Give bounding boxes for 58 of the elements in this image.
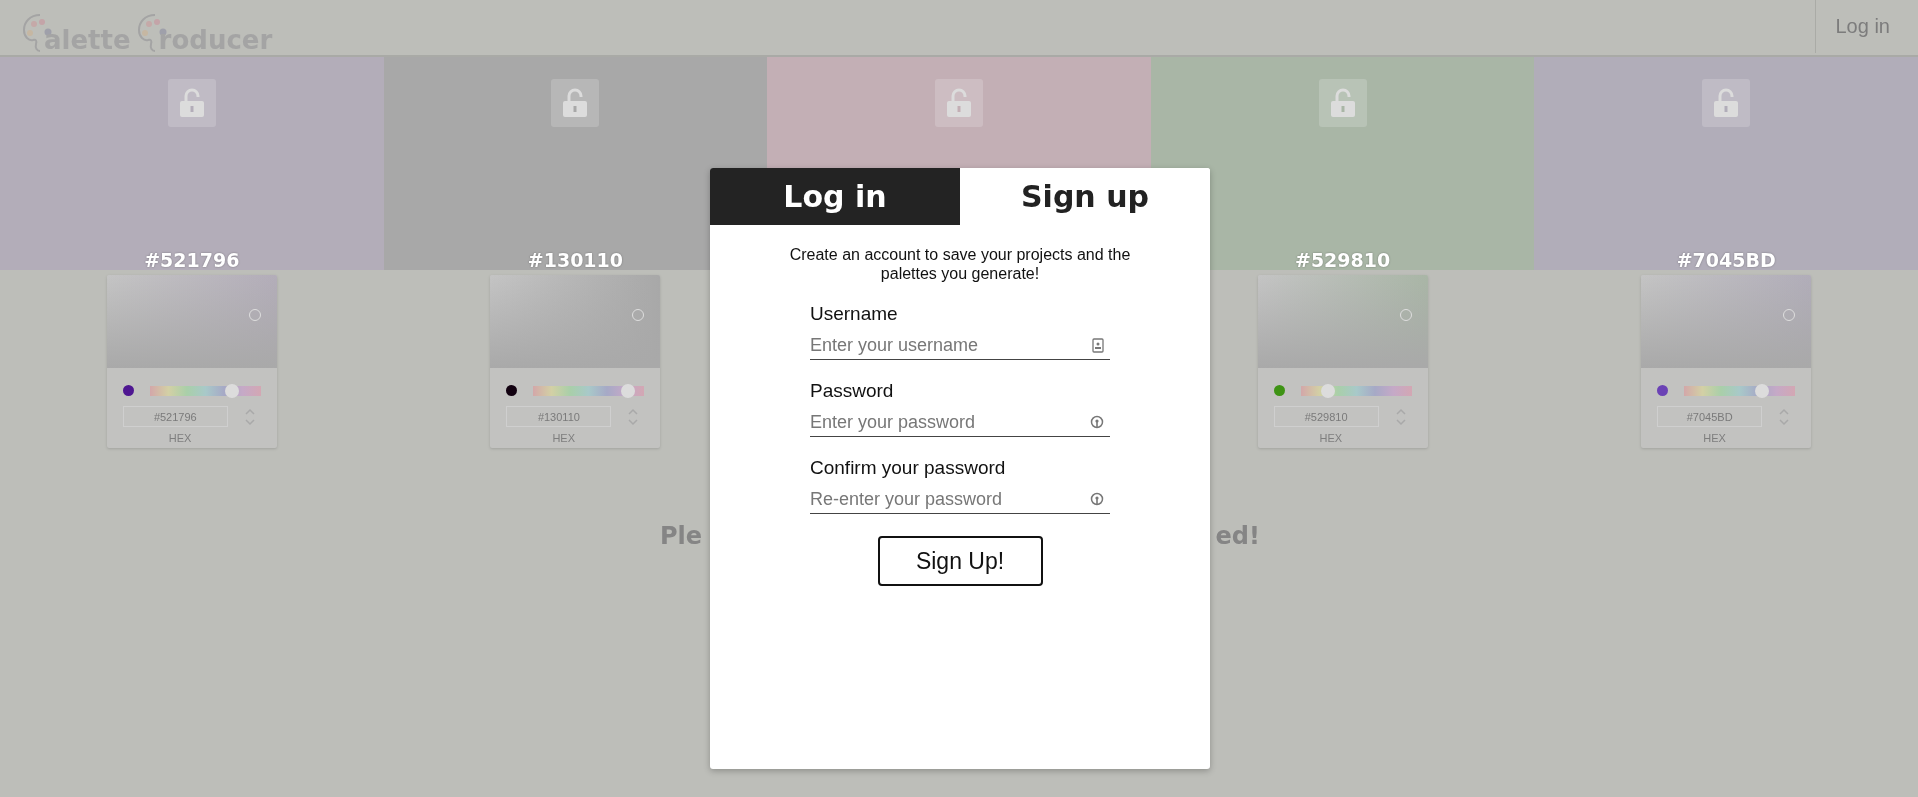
slider-thumb[interactable] (1321, 383, 1336, 398)
up-down-icon[interactable] (1778, 406, 1791, 427)
padlock-icon (1713, 88, 1740, 118)
field-label: Password (810, 380, 895, 402)
unlock-button[interactable] (1702, 79, 1751, 127)
tab[interactable]: Sign up (960, 168, 1210, 225)
color-swatch[interactable]: #7045BD (1534, 57, 1918, 270)
text-field[interactable]: Re-enter your password (810, 485, 1110, 514)
hue-slider[interactable] (1300, 385, 1412, 396)
padlock-icon (946, 88, 972, 118)
hex-label: #529810 (1294, 251, 1391, 270)
hex-input[interactable]: #7045BD (1657, 406, 1763, 427)
hue-slider[interactable] (149, 385, 261, 396)
unlock-button[interactable] (1318, 79, 1367, 127)
format-label: HEX (168, 432, 192, 444)
saturation-area[interactable] (1641, 275, 1812, 368)
hex-label: #130110 (527, 251, 623, 270)
text-field[interactable]: Enter your username (810, 331, 1110, 360)
field-label: Username (810, 303, 899, 325)
padlock-icon (1329, 88, 1356, 118)
saturation-area[interactable] (490, 275, 661, 368)
hex-input[interactable]: #529810 (1273, 406, 1379, 427)
unlock-button[interactable] (935, 79, 983, 127)
color-swatch[interactable]: #529810 (1150, 57, 1535, 270)
id-card-icon (1092, 338, 1104, 353)
format-label: HEX (1319, 432, 1343, 444)
message-text: ed! (1215, 522, 1260, 550)
tab[interactable]: Log in (710, 168, 960, 225)
hex-label: #521796 (144, 251, 240, 270)
padlock-icon (562, 88, 589, 118)
hex-input[interactable]: #521796 (122, 406, 228, 427)
saturation-area[interactable] (106, 275, 277, 368)
saturation-area[interactable] (1257, 275, 1428, 368)
unlock-button[interactable] (167, 79, 216, 127)
hex-input[interactable]: #130110 (506, 406, 612, 427)
login-link[interactable]: Log in (1835, 15, 1890, 38)
up-down-icon[interactable] (1394, 406, 1407, 427)
field-label: Confirm your password (810, 457, 1007, 479)
text-field[interactable]: Enter your password (810, 408, 1110, 437)
hex-label: #7045BD (1676, 251, 1776, 270)
message-text: Ple (660, 522, 703, 550)
color-swatch[interactable]: #130110 (383, 57, 768, 270)
up-down-icon[interactable] (243, 406, 256, 427)
slider-thumb[interactable] (1754, 383, 1769, 398)
keyhole-icon (1090, 492, 1104, 507)
hue-slider[interactable] (1684, 385, 1796, 396)
description-text: Create an account to save your projects and the palettes you generate! (788, 245, 1132, 283)
sign-up-button[interactable]: Sign Up! (877, 536, 1043, 586)
padlock-icon (178, 88, 205, 118)
keyhole-icon (1090, 415, 1104, 430)
format-label: HEX (552, 432, 575, 444)
color-swatch[interactable]: #521796 (0, 57, 384, 270)
hue-slider[interactable] (533, 385, 645, 396)
slider-thumb[interactable] (620, 383, 635, 398)
slider-thumb[interactable] (224, 383, 239, 398)
up-down-icon[interactable] (627, 406, 640, 427)
unlock-button[interactable] (551, 79, 600, 127)
format-label: HEX (1703, 432, 1726, 444)
